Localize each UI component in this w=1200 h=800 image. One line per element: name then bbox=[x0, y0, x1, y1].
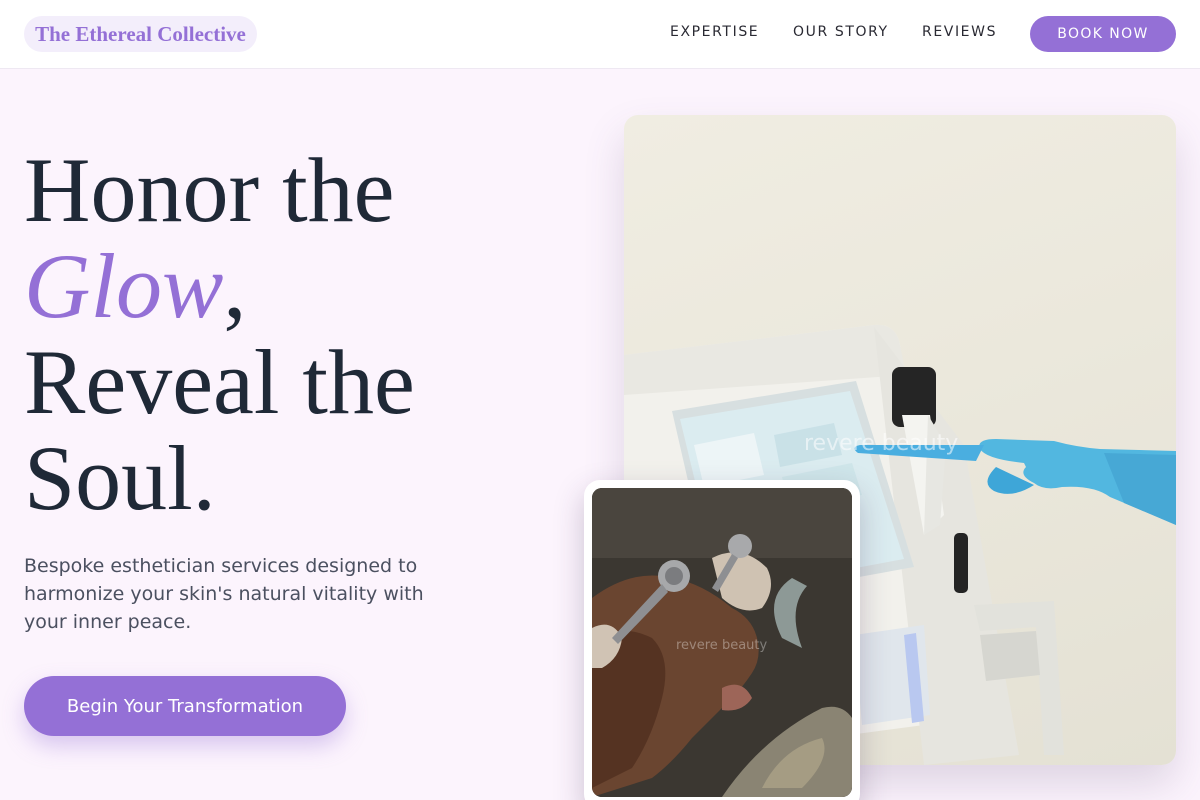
nav-link-expertise[interactable]: EXPERTISE bbox=[670, 24, 759, 44]
facial-treatment-photo: revere beauty bbox=[592, 488, 852, 797]
inset-photo-watermark: revere beauty bbox=[676, 638, 768, 653]
site-header: The Ethereal Collective EXPERTISE OUR ST… bbox=[0, 0, 1200, 69]
headline-comma: , bbox=[223, 235, 247, 337]
begin-transformation-button[interactable]: Begin Your Transformation bbox=[24, 676, 346, 736]
hero-subtitle: Bespoke esthetician services designed to… bbox=[24, 555, 424, 633]
nav-link-our-story[interactable]: OUR STORY bbox=[793, 24, 889, 44]
hero-headline: Honor the Glow, Reveal the Soul. bbox=[24, 142, 584, 526]
nav-link-reviews[interactable]: REVIEWS bbox=[922, 24, 997, 44]
book-now-button[interactable]: BOOK NOW bbox=[1030, 16, 1176, 52]
headline-line-1: Honor the bbox=[24, 139, 395, 241]
headline-glow-word: Glow bbox=[24, 235, 224, 337]
headline-line-3: Reveal the bbox=[24, 331, 415, 433]
inset-photo-frame: revere beauty bbox=[584, 480, 860, 800]
main-photo-watermark: revere beauty bbox=[804, 431, 959, 456]
brand-logo[interactable]: The Ethereal Collective bbox=[24, 16, 257, 52]
headline-line-4: Soul. bbox=[24, 427, 216, 529]
